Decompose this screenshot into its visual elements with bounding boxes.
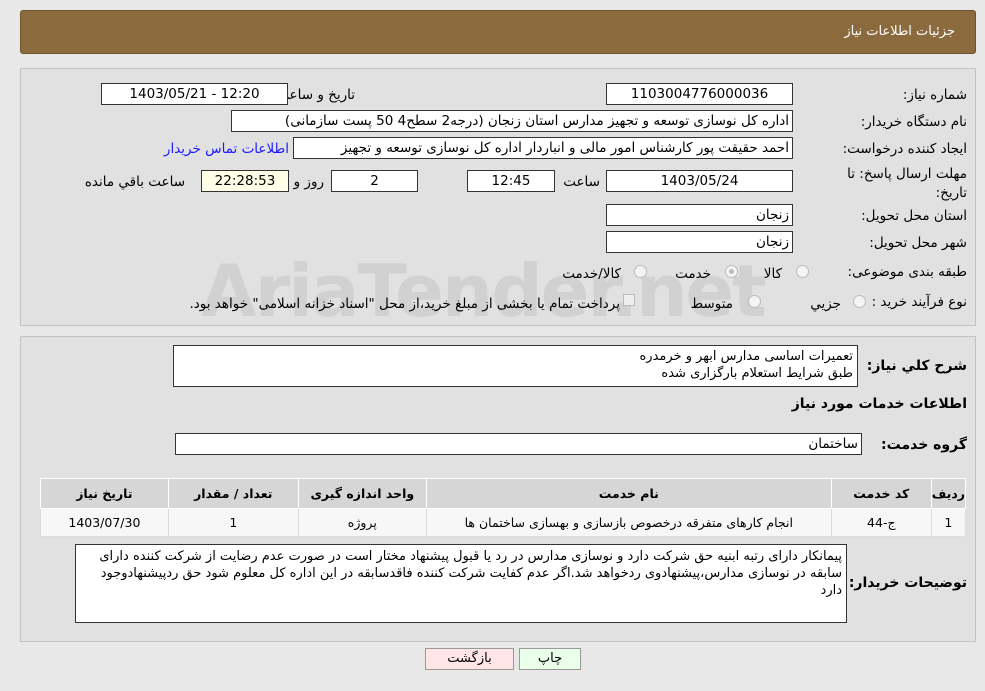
- description-line: طبق شرایط استعلام بارگزاری شده: [661, 366, 853, 381]
- deadline-date-field: 1403/05/24: [606, 170, 793, 192]
- process-radio-medium[interactable]: [748, 295, 761, 308]
- buyer-contact-link[interactable]: اطلاعات تماس خریدار: [164, 141, 289, 157]
- buyer-notes-label: توضیحات خریدار:: [848, 575, 967, 591]
- cell-date: 1403/07/30: [40, 508, 169, 537]
- services-table: ردیف کد خدمت نام خدمت واحد اندازه گیری ت…: [40, 478, 967, 537]
- page-title: جزئیات اطلاعات نیاز: [844, 24, 955, 39]
- table-header-row: ردیف کد خدمت نام خدمت واحد اندازه گیری ت…: [40, 478, 967, 509]
- service-group-field: ساختمان: [175, 433, 862, 455]
- back-button[interactable]: بازگشت: [425, 648, 514, 670]
- buyer-label: نام دستگاه خریدار:: [860, 114, 967, 130]
- print-button[interactable]: چاپ: [519, 648, 581, 670]
- creator-label: ایجاد کننده درخواست:: [842, 141, 967, 157]
- process-option-medium: متوسط: [690, 296, 733, 312]
- category-radio-goods-service[interactable]: [634, 265, 647, 278]
- time-label: ساعت: [563, 174, 600, 190]
- need-number-label: شماره نیاز:: [902, 87, 967, 103]
- col-header-date: تاریخ نیاز: [40, 478, 169, 509]
- payment-checkbox[interactable]: [623, 294, 635, 306]
- description-textarea[interactable]: تعمیرات اساسی مدارس ابهر و خرمدره طبق شر…: [173, 345, 858, 387]
- col-header-qty: تعداد / مقدار: [167, 478, 299, 509]
- process-label: نوع فرآیند خرید :: [871, 294, 967, 310]
- col-header-code: کد خدمت: [830, 478, 932, 509]
- description-line: تعمیرات اساسی مدارس ابهر و خرمدره: [639, 349, 853, 364]
- col-header-unit: واحد اندازه گیری: [297, 478, 427, 509]
- cell-qty: 1: [167, 508, 299, 537]
- category-option-service: خدمت: [675, 266, 711, 282]
- category-label: طبقه بندی موضوعی:: [847, 264, 967, 280]
- category-option-goods: کالا: [763, 266, 782, 282]
- description-label: شرح کلي نیاز:: [866, 358, 967, 374]
- col-header-name: نام خدمت: [425, 478, 832, 509]
- cell-row: 1: [930, 508, 967, 537]
- deadline-time-field: 12:45: [467, 170, 555, 192]
- process-option-minor: جزيي: [810, 296, 841, 312]
- col-header-row: ردیف: [930, 478, 967, 509]
- city-field: زنجان: [606, 231, 793, 253]
- cell-code: ج-44: [830, 508, 932, 537]
- cell-name: انجام کارهای متفرقه درخصوص بازسازی و بهس…: [425, 508, 832, 537]
- payment-note: پرداخت تمام یا بخشی از مبلغ خرید،از محل …: [189, 296, 620, 312]
- deadline-label: مهلت ارسال پاسخ: تا تاریخ:: [847, 166, 967, 201]
- category-radio-service[interactable]: [725, 265, 738, 278]
- cell-unit: پروژه: [297, 508, 427, 537]
- remaining-label: ساعت باقي مانده: [84, 174, 185, 190]
- province-field: زنجان: [606, 204, 793, 226]
- service-group-label: گروه خدمت:: [881, 437, 967, 453]
- process-radio-minor[interactable]: [853, 295, 866, 308]
- category-option-goods-service: کالا/خدمت: [562, 266, 621, 282]
- buyer-notes-textarea[interactable]: پیمانکار دارای رتبه ابنیه حق شرکت دارد و…: [75, 544, 847, 623]
- buyer-field: اداره کل نوسازی توسعه و تجهیز مدارس استا…: [231, 110, 793, 132]
- province-label: استان محل تحویل:: [861, 208, 967, 224]
- page-header: جزئیات اطلاعات نیاز: [20, 10, 976, 54]
- table-row: 1 ج-44 انجام کارهای متفرقه درخصوص بازساز…: [40, 508, 967, 537]
- category-radio-goods[interactable]: [796, 265, 809, 278]
- need-number-field: 1103004776000036: [606, 83, 793, 105]
- creator-field: احمد حقیقت پور کارشناس امور مالی و انبار…: [293, 137, 793, 159]
- announce-field: 1403/05/21 - 12:20: [101, 83, 288, 105]
- days-field: 2: [331, 170, 418, 192]
- days-label: روز و: [293, 174, 324, 190]
- services-title: اطلاعات خدمات مورد نیاز: [791, 396, 967, 412]
- watermark-logo: AriaTender.net: [201, 249, 767, 333]
- city-label: شهر محل تحویل:: [869, 235, 967, 251]
- remaining-time-field: 22:28:53: [201, 170, 289, 192]
